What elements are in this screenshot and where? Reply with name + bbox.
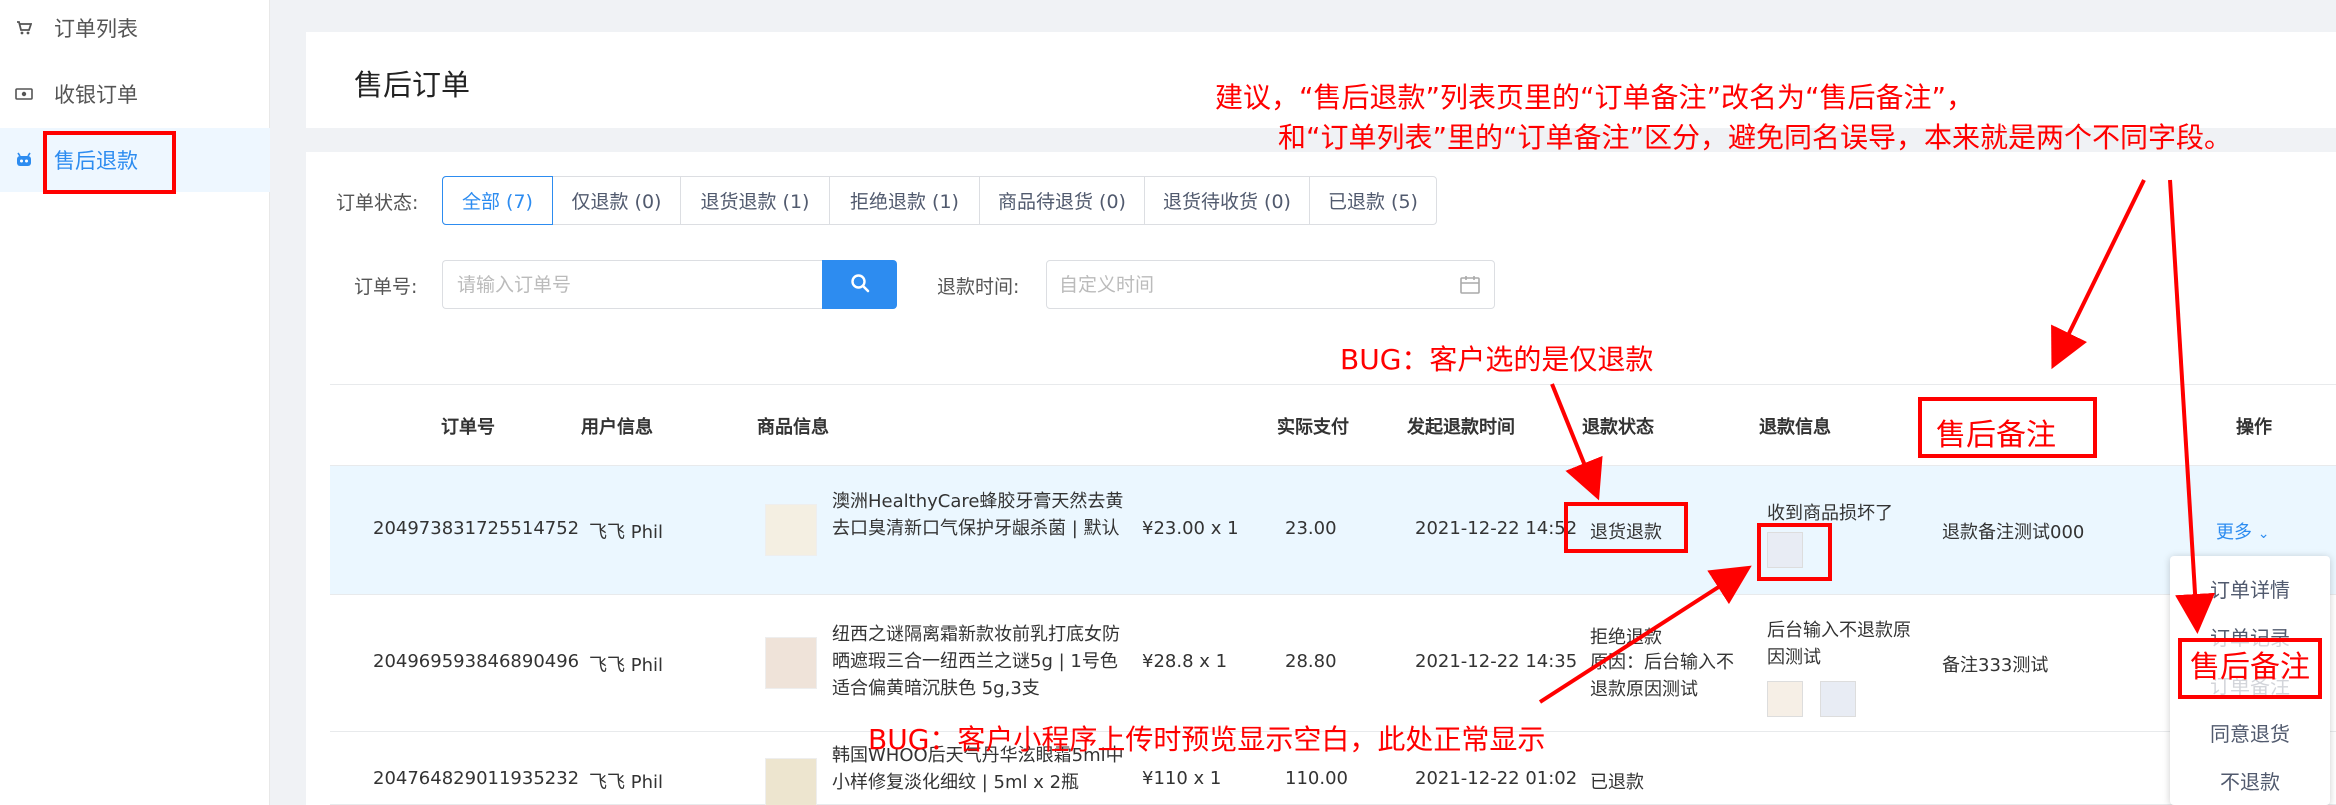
refund-time-label: 退款时间: <box>937 276 1020 298</box>
col-refund-status: 退款状态 <box>1582 417 1654 438</box>
menu-item-order-detail[interactable]: 订单详情 <box>2170 564 2330 612</box>
tab-awaiting-receipt[interactable]: 退货待收货 (0) <box>1145 177 1310 224</box>
table-row: 204969593846890496 飞飞 Phil 纽西之谜隔离霜新款妆前乳打… <box>330 595 2336 732</box>
refund-status: 拒绝退款 <box>1590 627 1662 648</box>
col-refund-time: 发起退款时间 <box>1407 417 1515 438</box>
chevron-down-icon: ⌄ <box>2257 526 2270 542</box>
tab-return-refund[interactable]: 退货退款 (1) <box>681 177 830 224</box>
refund-status: 已退款 <box>1590 772 1644 793</box>
cash-icon <box>14 84 34 104</box>
annotation-suggestion-line2: 和“订单列表”里的“订单备注”区分，避免同名误导，本来就是两个不同字段。 <box>1278 121 2233 154</box>
tab-awaiting-return[interactable]: 商品待退货 (0) <box>980 177 1145 224</box>
search-icon <box>850 273 870 297</box>
remark: 退款备注测试000 <box>1942 522 2085 543</box>
menu-item-reject-refund[interactable]: 不退款 <box>2170 756 2330 804</box>
annotation-header-rename: 售后备注 <box>1936 418 2056 453</box>
product-thumbnail <box>765 637 817 689</box>
order-number-label: 订单号: <box>354 276 418 298</box>
refund-time: 2021-12-22 01:02 <box>1415 768 1578 789</box>
refund-reason: 后台输入不退款原因测试 <box>1767 620 1911 668</box>
price-quantity: ¥28.8 x 1 <box>1142 651 1228 672</box>
paid-amount: 110.00 <box>1285 768 1348 789</box>
search-button[interactable] <box>822 260 897 309</box>
annotation-suggestion-line1: 建议，“售后退款”列表页里的“订单备注”改名为“售后备注”， <box>1215 81 1975 114</box>
tab-refund-only[interactable]: 仅退款 (0) <box>553 177 681 224</box>
annotation-sidebar-highlight <box>43 131 176 194</box>
status-tabs: 全部 (7) 仅退款 (0) 退货退款 (1) 拒绝退款 (1) 商品待退货 (… <box>442 176 1437 225</box>
col-user-info: 用户信息 <box>581 417 653 438</box>
tab-refund-rejected[interactable]: 拒绝退款 (1) <box>830 177 980 224</box>
col-actions: 操作 <box>2236 417 2272 438</box>
sidebar: 订单列表 收银订单 售后退款 <box>0 0 270 805</box>
refund-time: 2021-12-22 14:52 <box>1415 518 1578 539</box>
paid-amount: 28.80 <box>1285 651 1337 672</box>
status-filter-label: 订单状态: <box>336 192 419 214</box>
remark: 备注333测试 <box>1942 655 2049 676</box>
refund-image[interactable] <box>1820 681 1856 717</box>
sidebar-item-label: 收银订单 <box>54 83 138 107</box>
refund-time: 2021-12-22 14:35 <box>1415 651 1578 672</box>
product-thumbnail <box>765 504 817 556</box>
col-product-info: 商品信息 <box>757 417 829 438</box>
annotation-bug-refund-type: BUG：客户选的是仅退款 <box>1340 343 1654 376</box>
table-row: 204973831725514752 飞飞 Phil 澳洲HealthyCare… <box>330 466 2336 595</box>
annotation-menu-rename: 售后备注 <box>2190 650 2310 685</box>
annotation-bug-image-preview: BUG：客户小程序上传时预览显示空白，此处正常显示 <box>868 723 1546 756</box>
user-name: 飞飞 Phil <box>589 522 663 543</box>
sidebar-item-label: 订单列表 <box>54 17 138 41</box>
refund-date-picker[interactable] <box>1046 260 1495 309</box>
paid-amount: 23.00 <box>1285 518 1337 539</box>
col-order-no: 订单号 <box>441 417 495 438</box>
col-paid: 实际支付 <box>1277 417 1349 438</box>
product-thumbnail <box>765 758 817 805</box>
sidebar-item-order-list[interactable]: 订单列表 <box>0 0 270 60</box>
calendar-icon <box>1460 275 1480 294</box>
more-label: 更多 <box>2216 522 2252 543</box>
user-name: 飞飞 Phil <box>589 772 663 793</box>
sidebar-item-cashier-orders[interactable]: 收银订单 <box>0 62 270 126</box>
menu-item-approve-return[interactable]: 同意退货 <box>2170 708 2330 756</box>
col-refund-info: 退款信息 <box>1759 417 1831 438</box>
product-name: 澳洲HealthyCare蜂胶牙膏天然去黄去口臭清新口气保护牙龈杀菌 | 默认 <box>832 491 1124 539</box>
order-number: 204969593846890496 <box>373 651 580 672</box>
page-title: 售后订单 <box>354 68 471 102</box>
annotation-image-highlight <box>1757 523 1832 581</box>
refund-status-reason: 原因：后台输入不退款原因测试 <box>1590 652 1734 700</box>
price-quantity: ¥23.00 x 1 <box>1142 518 1239 539</box>
order-number: 204764829011935232 <box>373 768 580 789</box>
order-number-input[interactable] <box>442 260 823 309</box>
robot-icon <box>14 150 34 170</box>
more-actions-button[interactable]: 更多 ⌄ <box>2216 518 2269 544</box>
product-name: 纽西之谜隔离霜新款妆前乳打底女防晒遮瑕三合一纽西兰之谜5g | 1号色适合偏黄暗… <box>832 624 1120 699</box>
order-number: 204973831725514752 <box>373 518 580 539</box>
refund-reason: 收到商品损坏了 <box>1767 503 1893 524</box>
refund-image[interactable] <box>1767 681 1803 717</box>
user-name: 飞飞 Phil <box>589 655 663 676</box>
tab-all[interactable]: 全部 (7) <box>442 176 553 225</box>
annotation-status-highlight <box>1564 502 1688 553</box>
cart-icon <box>14 18 34 38</box>
tab-refunded[interactable]: 已退款 (5) <box>1310 177 1436 224</box>
price-quantity: ¥110 x 1 <box>1142 768 1222 789</box>
